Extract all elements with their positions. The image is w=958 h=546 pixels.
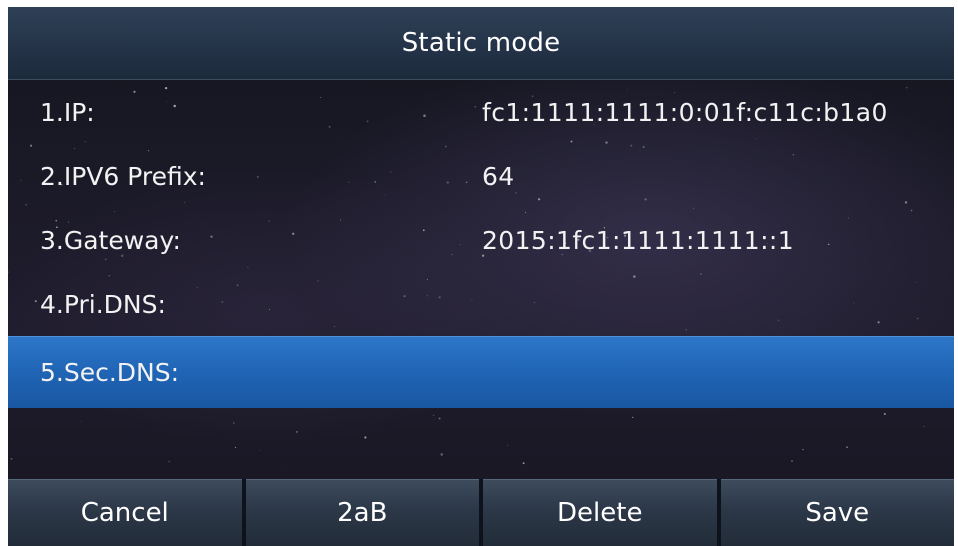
screen-header: Static mode: [8, 7, 954, 80]
star: [232, 422, 235, 424]
setting-row-ipv6-prefix[interactable]: 2.IPV6 Prefix: 64: [8, 144, 954, 208]
setting-row-pri-dns[interactable]: 4.Pri.DNS:: [8, 272, 954, 336]
star: [286, 466, 288, 467]
star: [295, 430, 298, 433]
settings-list: 1.IP: fc1:1111:1111:0:01f:c11c:b1a0 2.IP…: [8, 80, 954, 408]
star: [507, 444, 509, 446]
star: [440, 453, 443, 456]
setting-row-sec-dns[interactable]: 5.Sec.DNS:: [8, 336, 954, 408]
phone-screen: Static mode 1.IP: fc1:1111:1111:0:01f:c1…: [8, 7, 954, 546]
setting-value: 2015:1fc1:1111:1111::1: [482, 225, 795, 255]
setting-label: 1.IP:: [40, 97, 95, 127]
star: [790, 460, 794, 463]
softkey-bar: Cancel 2aB Delete Save: [8, 479, 954, 546]
setting-row-ip[interactable]: 1.IP: fc1:1111:1111:0:01f:c11c:b1a0: [8, 80, 954, 144]
star: [168, 460, 170, 463]
setting-label: 4.Pri.DNS:: [40, 289, 166, 319]
setting-value: fc1:1111:1111:0:01f:c11c:b1a0: [482, 97, 888, 127]
setting-label: 2.IPV6 Prefix:: [40, 161, 206, 191]
star: [10, 457, 13, 460]
star: [802, 448, 804, 451]
cancel-button[interactable]: Cancel: [8, 479, 242, 546]
star: [846, 446, 848, 448]
star: [364, 436, 367, 439]
delete-button[interactable]: Delete: [483, 479, 717, 546]
input-mode-button[interactable]: 2aB: [245, 479, 479, 546]
star: [923, 425, 925, 428]
star: [234, 446, 237, 449]
save-button[interactable]: Save: [720, 479, 954, 546]
star: [632, 416, 634, 419]
star: [522, 462, 525, 465]
setting-row-gateway[interactable]: 3.Gateway: 2015:1fc1:1111:1111::1: [8, 208, 954, 272]
page-title: Static mode: [401, 28, 561, 58]
star: [432, 414, 435, 417]
setting-value: 64: [482, 161, 515, 191]
star: [80, 421, 82, 423]
setting-label: 3.Gateway:: [40, 225, 181, 255]
star: [883, 412, 886, 416]
setting-label: 5.Sec.DNS:: [40, 358, 180, 387]
star: [259, 449, 261, 451]
star: [438, 417, 441, 420]
